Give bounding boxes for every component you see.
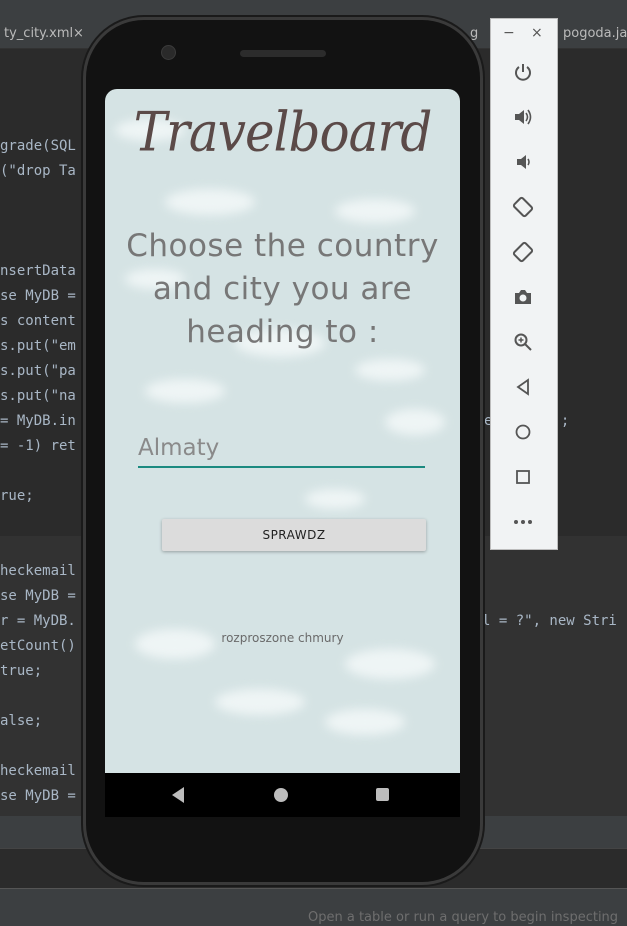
emulator-close-button[interactable]: × xyxy=(531,25,543,41)
code-line: rue; xyxy=(0,488,34,504)
check-button[interactable]: SPRAWDZ xyxy=(162,519,426,551)
code-line: heckemail xyxy=(0,763,76,779)
code-line: grade(SQL xyxy=(0,138,76,154)
overview-icon[interactable] xyxy=(510,464,536,490)
volume-down-icon[interactable] xyxy=(510,149,536,175)
database-hint: Open a table or run a query to begin ins… xyxy=(308,910,619,925)
code-line: r = MyDB. xyxy=(0,613,76,629)
camera-icon[interactable] xyxy=(510,284,536,310)
code-line: = -1) ret xyxy=(0,438,76,454)
code-line: s.put("na xyxy=(0,388,76,404)
weather-description: rozproszone chmury xyxy=(221,631,344,645)
code-line: etCount() xyxy=(0,638,76,654)
code-line: s content xyxy=(0,313,76,329)
cloud xyxy=(355,359,425,381)
power-icon[interactable] xyxy=(510,59,536,85)
front-camera xyxy=(161,45,176,60)
nav-back-icon[interactable] xyxy=(172,787,184,803)
destination-question: Choose the country and city you are head… xyxy=(126,228,439,350)
zoom-icon[interactable] xyxy=(510,329,536,355)
code-line: alse; xyxy=(0,713,43,729)
cloud xyxy=(345,649,435,679)
code-line: s.put("em xyxy=(0,338,76,354)
earpiece-speaker xyxy=(240,50,326,57)
nav-home-icon[interactable] xyxy=(274,788,288,802)
ide-title-bar xyxy=(0,0,627,20)
tab-close-icon[interactable]: × xyxy=(73,26,84,41)
code-line: se MyDB = xyxy=(0,788,76,804)
tab-pogoda-java[interactable]: pogoda.java xyxy=(563,26,627,41)
back-icon[interactable] xyxy=(510,374,536,400)
code-line: se MyDB = xyxy=(0,288,76,304)
app-screen: Travelboard Choose the country and city … xyxy=(105,89,460,773)
android-nav-bar xyxy=(105,773,460,817)
cloud xyxy=(215,689,305,715)
more-icon[interactable] xyxy=(510,509,536,535)
cloud xyxy=(305,489,365,509)
cloud xyxy=(325,709,405,735)
code-line: = MyDB.in xyxy=(0,413,76,429)
code-line: nsertData xyxy=(0,263,76,279)
rotate-left-icon[interactable] xyxy=(510,194,536,220)
tab-partial[interactable]: g xyxy=(470,26,478,41)
emulator-toolbar: − × xyxy=(490,18,558,550)
code-line: se MyDB = xyxy=(0,588,76,604)
code-line-right: l = ?", new Stri xyxy=(482,613,617,629)
volume-up-icon[interactable] xyxy=(510,104,536,130)
code-line: heckemail xyxy=(0,563,76,579)
code-line: true; xyxy=(0,663,43,679)
code-line: s.put("pa xyxy=(0,363,76,379)
phone-frame: Travelboard Choose the country and city … xyxy=(86,20,480,882)
code-line: ("drop Ta xyxy=(0,163,76,179)
tab-activity-city-xml[interactable]: ty_city.xml xyxy=(4,26,73,41)
cloud xyxy=(145,379,225,403)
rotate-right-icon[interactable] xyxy=(510,239,536,265)
home-icon[interactable] xyxy=(510,419,536,445)
cloud xyxy=(335,199,415,223)
emulator-minimize-button[interactable]: − xyxy=(503,25,515,41)
nav-recents-icon[interactable] xyxy=(376,788,389,801)
app-title: Travelboard xyxy=(133,100,433,164)
city-input[interactable] xyxy=(138,430,425,468)
cloud xyxy=(165,189,255,215)
